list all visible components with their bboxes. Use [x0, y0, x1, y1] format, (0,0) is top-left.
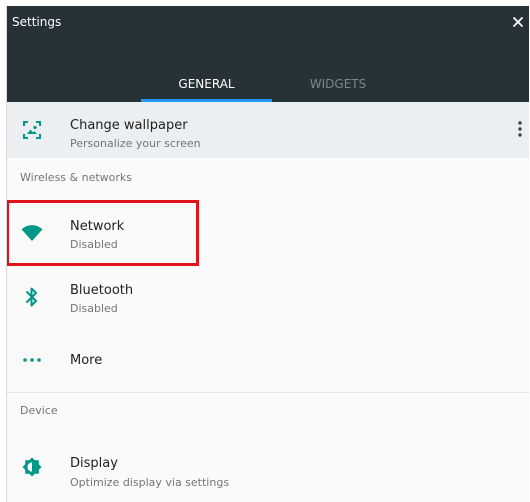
- close-icon: [513, 17, 523, 27]
- bluetooth-item[interactable]: Bluetooth Disabled: [7, 266, 529, 328]
- display-item[interactable]: Display Optimize display via settings: [7, 436, 529, 502]
- section-header-device: Device: [20, 404, 58, 417]
- network-title: Network: [70, 219, 125, 234]
- tab-general-label: GENERAL: [178, 77, 235, 91]
- more-horizontal-icon: [21, 352, 43, 368]
- section-divider: [7, 392, 529, 393]
- brightness-icon: [21, 456, 43, 478]
- more-item[interactable]: More: [7, 330, 529, 392]
- overflow-menu-button[interactable]: [516, 119, 524, 139]
- bluetooth-title: Bluetooth: [70, 283, 134, 298]
- more-title: More: [70, 353, 103, 368]
- network-status: Disabled: [70, 238, 118, 251]
- bluetooth-icon: [24, 286, 40, 308]
- network-item[interactable]: Network Disabled: [7, 202, 529, 264]
- close-button[interactable]: [510, 14, 526, 30]
- change-wallpaper-subtitle: Personalize your screen: [70, 137, 201, 150]
- overflow-menu-icon: [518, 121, 522, 137]
- tab-widgets-label: WIDGETS: [309, 77, 367, 91]
- change-wallpaper-title: Change wallpaper: [70, 118, 188, 133]
- display-subtitle: Optimize display via settings: [70, 476, 230, 489]
- display-title: Display: [70, 456, 118, 471]
- wifi-icon: [20, 222, 44, 244]
- change-wallpaper-item[interactable]: Change wallpaper Personalize your screen: [7, 102, 529, 158]
- bluetooth-status: Disabled: [70, 302, 118, 315]
- wallpaper-icon: [21, 119, 43, 141]
- settings-window: Settings GENERAL WIDGETS Change wallpape…: [6, 6, 529, 502]
- tab-widgets[interactable]: WIDGETS: [275, 74, 401, 102]
- app-header: Settings GENERAL WIDGETS: [7, 6, 529, 102]
- section-header-wireless: Wireless & networks: [20, 171, 132, 184]
- tab-general[interactable]: GENERAL: [141, 74, 272, 102]
- window-title: Settings: [12, 15, 62, 29]
